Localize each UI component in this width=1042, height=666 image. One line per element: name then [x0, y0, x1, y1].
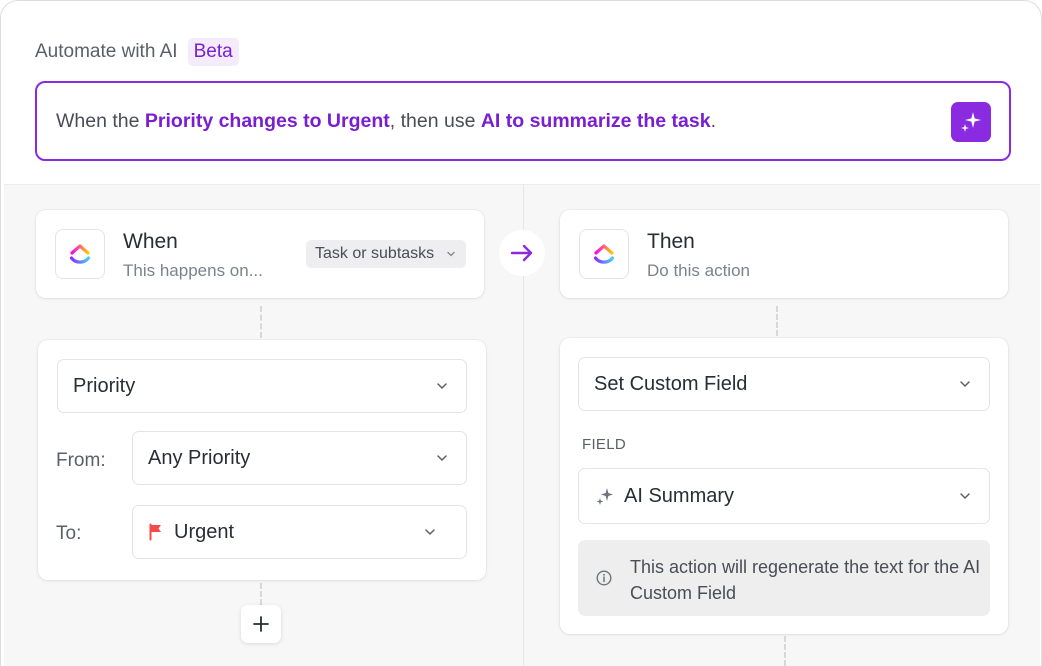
chevron-down-icon	[447, 251, 455, 257]
ai-prompt-input[interactable]: When the Priority changes to Urgent, the…	[35, 81, 1011, 161]
custom-field-select[interactable]: AI Summary	[578, 468, 990, 524]
chevron-down-icon	[960, 381, 970, 388]
add-condition-button[interactable]	[241, 605, 281, 643]
action-logo	[579, 229, 629, 279]
info-icon	[596, 570, 612, 586]
chevron-down-icon	[960, 493, 970, 500]
clickup-logo-icon	[69, 244, 91, 264]
to-priority-select[interactable]: Urgent	[132, 505, 467, 559]
trigger-subtitle: This happens on...	[123, 261, 263, 280]
plus-icon	[253, 616, 269, 632]
arrow-right-icon	[510, 244, 533, 262]
trigger-header-card[interactable]: When This happens on... Task or subtasks	[36, 210, 484, 298]
chevron-down-icon	[437, 455, 447, 462]
trigger-config-card: Priority From: Any Priority To: Urgent	[38, 340, 486, 580]
flag-icon	[149, 523, 161, 541]
beta-badge: Beta	[187, 38, 239, 66]
action-title: Then	[647, 230, 695, 253]
trigger-connector	[260, 306, 262, 338]
prompt-trigger-highlight: Priority changes to Urgent	[144, 109, 390, 132]
trigger-field-select[interactable]: Priority	[57, 359, 467, 413]
to-priority-value: Urgent	[174, 520, 235, 543]
chevron-down-icon	[437, 383, 447, 390]
prompt-text: When the Priority changes to Urgent, the…	[56, 109, 716, 132]
trigger-logo	[55, 229, 105, 279]
add-connector	[260, 583, 262, 605]
action-subtitle: Do this action	[647, 261, 750, 280]
trigger-scope-dropdown[interactable]: Task or subtasks	[306, 240, 466, 268]
trigger-title: When	[123, 230, 178, 253]
panel-header: Automate with AI Beta	[35, 38, 239, 66]
action-type-select[interactable]: Set Custom Field	[578, 357, 990, 411]
sparkle-icon	[961, 112, 981, 132]
custom-field-value: AI Summary	[624, 484, 735, 507]
ai-generate-button[interactable]	[951, 102, 991, 142]
action-type-value: Set Custom Field	[594, 372, 748, 395]
prompt-action-highlight: AI to summarize the task	[480, 109, 711, 132]
from-priority-select[interactable]: Any Priority	[132, 431, 467, 485]
trigger-field-value: Priority	[73, 374, 136, 397]
field-caption: FIELD	[582, 436, 627, 453]
trigger-scope-label: Task or subtasks	[315, 245, 435, 262]
clickup-logo-icon	[593, 244, 615, 264]
from-label: From:	[56, 450, 106, 471]
panel-title: Automate with AI	[35, 41, 178, 62]
to-label: To:	[56, 523, 82, 544]
action-connector	[776, 306, 778, 336]
info-notice-text: This action will regenerate the text for…	[630, 557, 981, 603]
sparkle-icon	[596, 488, 613, 505]
chevron-down-icon	[425, 529, 435, 536]
from-priority-value: Any Priority	[148, 446, 251, 469]
action-bottom-connector	[784, 636, 786, 666]
info-notice: This action will regenerate the text for…	[578, 540, 990, 616]
flow-arrow	[499, 230, 545, 276]
action-header-card[interactable]: Then Do this action	[560, 210, 1008, 298]
